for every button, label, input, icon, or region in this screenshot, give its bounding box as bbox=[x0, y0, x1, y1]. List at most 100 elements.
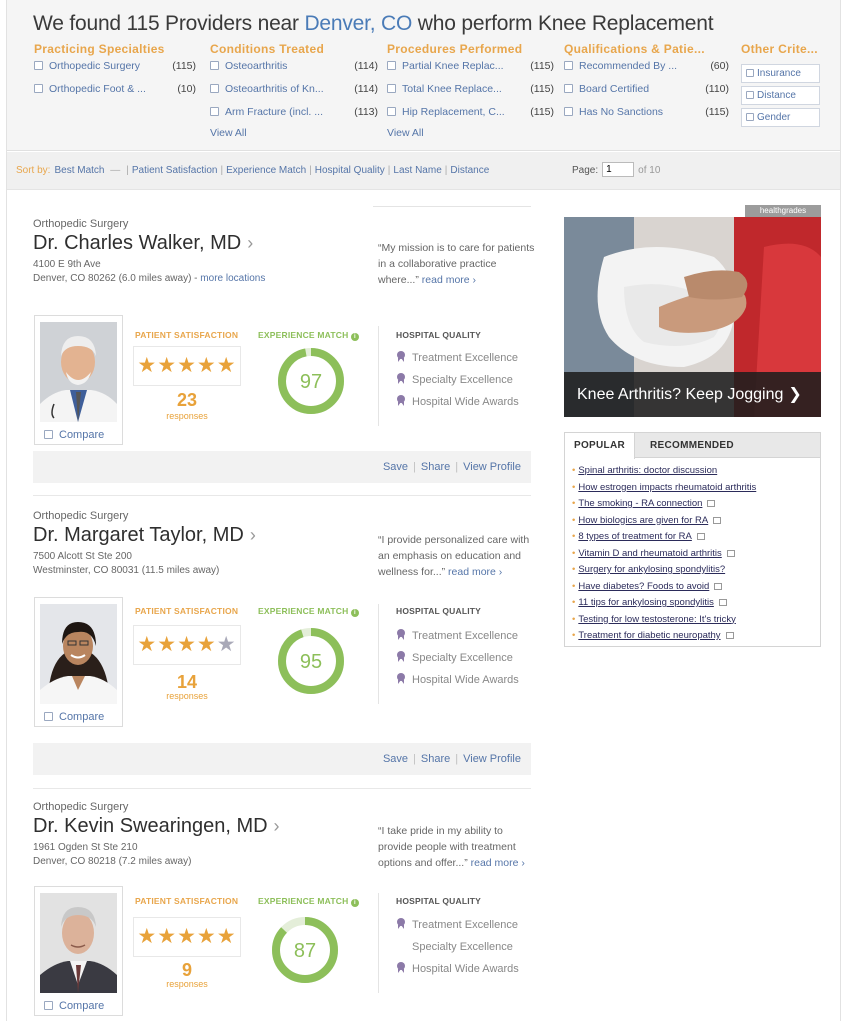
advertisement-banner[interactable]: Knee Arthritis? Keep Jogging ❯ bbox=[564, 217, 821, 417]
filter-option[interactable]: Osteoarthritis (114) bbox=[210, 60, 378, 79]
checkbox[interactable] bbox=[387, 61, 396, 70]
ad-caption[interactable]: Knee Arthritis? Keep Jogging ❯ bbox=[564, 372, 821, 417]
article-link[interactable]: 8 types of treatment for RA bbox=[578, 531, 692, 542]
star-rating[interactable]: ★★★★★ bbox=[133, 346, 241, 386]
half-star-icon: ★ bbox=[216, 633, 237, 656]
compare-checkbox[interactable]: Compare bbox=[44, 1000, 104, 1012]
experience-score-ring[interactable]: 97 bbox=[276, 346, 346, 416]
hospital-award-item[interactable]: Specialty Excellence bbox=[396, 940, 513, 953]
sort-option-hospital-quality[interactable]: Hospital Quality bbox=[315, 165, 385, 176]
star-rating[interactable]: ★★★★★ bbox=[133, 917, 241, 957]
chevron-right-icon: › bbox=[247, 233, 254, 253]
hospital-award-item[interactable]: Specialty Excellence bbox=[396, 651, 513, 664]
read-more-link[interactable]: read more › bbox=[471, 857, 525, 869]
sort-option-best-match[interactable]: Best Match bbox=[54, 165, 104, 176]
sort-option-distance[interactable]: Distance bbox=[450, 165, 489, 176]
award-ribbon-icon bbox=[396, 651, 406, 663]
view-all-link[interactable]: View All bbox=[387, 127, 554, 139]
article-link[interactable]: Surgery for ankylosing spondylitis? bbox=[578, 564, 725, 575]
checkbox[interactable] bbox=[387, 107, 396, 116]
results-headline: We found 115 Providers near Denver, CO w… bbox=[33, 12, 714, 35]
article-link[interactable]: How biologics are given for RA bbox=[578, 515, 708, 526]
article-link[interactable]: 11 tips for ankylosing spondylitis bbox=[578, 597, 714, 608]
share-button[interactable]: Share bbox=[421, 753, 450, 765]
article-link[interactable]: How estrogen impacts rheumatoid arthriti… bbox=[578, 482, 756, 493]
article-link[interactable]: Vitamin D and rheumatoid arthritis bbox=[578, 548, 721, 559]
filter-option[interactable]: Recommended By ... (60) bbox=[564, 60, 729, 79]
hospital-quality-label: HOSPITAL QUALITY bbox=[396, 896, 482, 906]
tab-popular[interactable]: POPULAR bbox=[565, 433, 635, 459]
view-profile-button[interactable]: View Profile bbox=[463, 461, 521, 473]
checkbox[interactable] bbox=[34, 84, 43, 93]
hospital-award-item[interactable]: Hospital Wide Awards bbox=[396, 673, 519, 686]
article-link[interactable]: Spinal arthritis: doctor discussion bbox=[578, 465, 717, 476]
read-more-link[interactable]: read more › bbox=[422, 274, 476, 286]
sort-dropdown-arrow[interactable]: — bbox=[110, 165, 120, 176]
read-more-link[interactable]: read more › bbox=[448, 566, 502, 578]
hospital-award-item[interactable]: Treatment Excellence bbox=[396, 351, 518, 364]
save-button[interactable]: Save bbox=[383, 461, 408, 473]
ad-sponsor-tag: healthgrades bbox=[745, 205, 821, 217]
hospital-award-item[interactable]: Treatment Excellence bbox=[396, 629, 518, 642]
checkbox[interactable] bbox=[210, 84, 219, 93]
filter-group-title[interactable]: Conditions Treated bbox=[210, 42, 378, 56]
filter-group-title[interactable]: Procedures Performed bbox=[387, 42, 554, 56]
provider-photo[interactable] bbox=[40, 893, 117, 993]
bullet-icon: • bbox=[572, 597, 576, 608]
filter-option[interactable]: Partial Knee Replac... (115) bbox=[387, 60, 554, 79]
response-count: 9 bbox=[181, 960, 192, 980]
experience-score-ring[interactable]: 95 bbox=[276, 626, 346, 696]
article-link[interactable]: Have diabetes? Foods to avoid bbox=[578, 581, 709, 592]
filter-option[interactable]: Board Certified (110) bbox=[564, 83, 729, 102]
compare-checkbox[interactable]: Compare bbox=[44, 711, 104, 723]
provider-photo[interactable] bbox=[40, 604, 117, 704]
filter-option[interactable]: Orthopedic Foot & ... (10) bbox=[34, 83, 196, 102]
hospital-award-item[interactable]: Treatment Excellence bbox=[396, 918, 518, 931]
save-button[interactable]: Save bbox=[383, 753, 408, 765]
filter-option[interactable]: Orthopedic Surgery (115) bbox=[34, 60, 196, 79]
filter-group-title[interactable]: Other Crite... bbox=[741, 42, 831, 56]
filter-button-distance[interactable]: Distance bbox=[741, 86, 820, 105]
bullet-icon: • bbox=[572, 547, 576, 559]
provider-photo[interactable] bbox=[40, 322, 117, 422]
filter-option[interactable]: Arm Fracture (incl. ... (113) bbox=[210, 106, 378, 125]
experience-score-ring[interactable]: 87 bbox=[270, 915, 340, 985]
sort-option-experience-match[interactable]: Experience Match bbox=[226, 165, 306, 176]
filter-option[interactable]: Total Knee Replace... (115) bbox=[387, 83, 554, 102]
checkbox[interactable] bbox=[564, 61, 573, 70]
tab-recommended[interactable]: RECOMMENDED bbox=[641, 433, 743, 458]
share-button[interactable]: Share bbox=[421, 461, 450, 473]
filter-button-gender[interactable]: Gender bbox=[741, 108, 820, 127]
hospital-award-item[interactable]: Hospital Wide Awards bbox=[396, 962, 519, 975]
checkbox[interactable] bbox=[210, 107, 219, 116]
checkbox[interactable] bbox=[210, 61, 219, 70]
filter-group-title[interactable]: Qualifications & Patie... bbox=[564, 42, 729, 56]
checkbox[interactable] bbox=[564, 84, 573, 93]
bullet-icon: • bbox=[572, 564, 576, 575]
page-number-input[interactable] bbox=[602, 162, 635, 177]
view-profile-button[interactable]: View Profile bbox=[463, 753, 521, 765]
checkbox[interactable] bbox=[564, 107, 573, 116]
article-link[interactable]: The smoking - RA connection bbox=[578, 498, 702, 509]
more-locations-link[interactable]: more locations bbox=[200, 273, 265, 284]
filter-button-insurance[interactable]: Insurance bbox=[741, 64, 820, 83]
filter-option[interactable]: Hip Replacement, C... (115) bbox=[387, 106, 554, 125]
chevron-right-icon: ❯ bbox=[788, 386, 802, 403]
hospital-award-item[interactable]: Specialty Excellence bbox=[396, 373, 513, 386]
article-link[interactable]: Testing for low testosterone: It's trick… bbox=[578, 614, 736, 625]
filter-group-title[interactable]: Practicing Specialties bbox=[34, 42, 196, 56]
sort-option-patient-satisfaction[interactable]: Patient Satisfaction bbox=[132, 165, 218, 176]
location-link[interactable]: Denver, CO bbox=[304, 12, 412, 35]
view-all-link[interactable]: View All bbox=[210, 127, 378, 139]
checkbox[interactable] bbox=[387, 84, 396, 93]
filter-option[interactable]: Has No Sanctions (115) bbox=[564, 106, 729, 125]
bullet-icon: • bbox=[572, 514, 576, 526]
hospital-award-item[interactable]: Hospital Wide Awards bbox=[396, 395, 519, 408]
star-rating[interactable]: ★★★★★ bbox=[133, 625, 241, 665]
compare-checkbox[interactable]: Compare bbox=[44, 429, 104, 441]
slideshow-icon bbox=[714, 582, 723, 590]
article-link[interactable]: Treatment for diabetic neuropathy bbox=[578, 630, 720, 641]
sort-option-last-name[interactable]: Last Name bbox=[393, 165, 441, 176]
filter-option[interactable]: Osteoarthritis of Kn... (114) bbox=[210, 83, 378, 102]
checkbox[interactable] bbox=[34, 61, 43, 70]
